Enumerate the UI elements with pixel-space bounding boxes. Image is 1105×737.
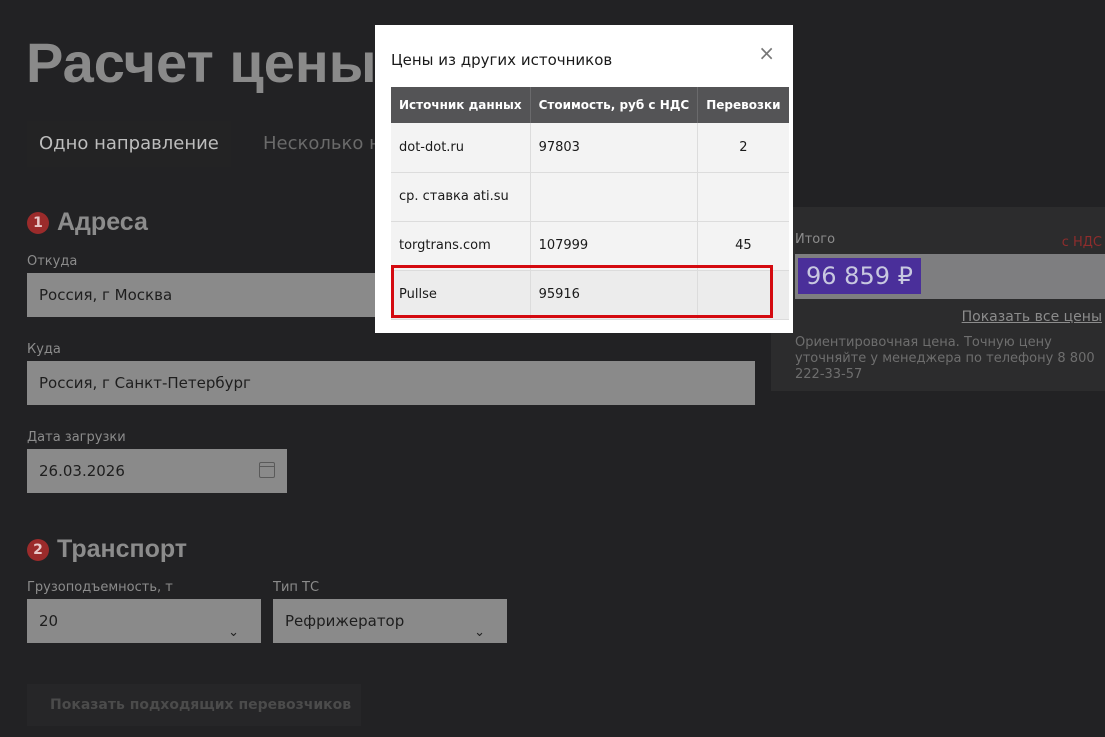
date-input[interactable]: 26.03.2026 <box>27 449 287 493</box>
cell-count <box>697 172 789 222</box>
table-row: dot-dot.ru 97803 2 <box>391 123 789 173</box>
column-header-cost: Стоимость, руб с НДС <box>530 87 699 123</box>
date-label: Дата загрузки <box>27 430 126 445</box>
price-note: Ориентировочная цена. Точную цену уточня… <box>795 335 1095 382</box>
cell-source: torgtrans.com <box>391 221 531 271</box>
total-price-box: 96 859 ₽ <box>795 254 1105 299</box>
other-sources-modal: Цены из других источников × Источник дан… <box>375 25 793 333</box>
show-carriers-button[interactable]: Показать подходящих перевозчиков <box>27 684 361 726</box>
cell-cost <box>530 172 699 222</box>
table-header-row: Источник данных Стоимость, руб с НДС Пер… <box>391 87 789 123</box>
cell-cost: 95916 <box>530 270 699 320</box>
show-all-prices-link[interactable]: Показать все цены <box>962 309 1102 325</box>
total-label: Итого <box>795 232 836 247</box>
step-number-badge: 1 <box>27 211 49 234</box>
prices-table: Источник данных Стоимость, руб с НДС Пер… <box>391 87 789 320</box>
section-title: Адреса <box>57 208 148 236</box>
table-row: torgtrans.com 107999 45 <box>391 221 789 271</box>
vehicle-type-select[interactable]: Рефрижератор ⌄ <box>273 599 507 643</box>
cell-source: dot-dot.ru <box>391 123 531 173</box>
cell-cost: 107999 <box>530 221 699 271</box>
close-icon[interactable]: × <box>758 41 775 65</box>
column-header-count: Перевозки <box>697 87 789 123</box>
chevron-down-icon: ⌄ <box>474 625 485 640</box>
date-value: 26.03.2026 <box>39 462 125 480</box>
chevron-down-icon: ⌄ <box>228 625 239 640</box>
to-label: Куда <box>27 342 61 357</box>
total-panel: Итого с НДС 96 859 ₽ Показать все цены О… <box>771 207 1105 391</box>
from-label: Откуда <box>27 254 78 269</box>
capacity-label: Грузоподъемность, т <box>27 580 173 595</box>
column-header-source: Источник данных <box>391 87 531 123</box>
cell-source: ср. ставка ati.su <box>391 172 531 222</box>
table-row: ср. ставка ati.su <box>391 172 789 222</box>
total-price-value: 96 859 ₽ <box>798 258 921 294</box>
section-title: Транспорт <box>57 535 188 563</box>
tab-single-direction[interactable]: Одно направление <box>27 121 231 167</box>
cell-count <box>697 270 789 320</box>
vat-label: с НДС <box>1061 235 1102 250</box>
cell-count: 45 <box>697 221 789 271</box>
section-addresses: 1 Адреса <box>27 208 148 237</box>
vehicle-type-value: Рефрижератор <box>285 612 405 630</box>
cell-count: 2 <box>697 123 789 173</box>
to-input[interactable]: Россия, г Санкт-Петербург <box>27 361 755 405</box>
cell-source: Pullse <box>391 270 531 320</box>
vehicle-type-label: Тип ТС <box>273 580 320 595</box>
modal-title: Цены из других источников <box>391 51 613 69</box>
capacity-select[interactable]: 20 ⌄ <box>27 599 261 643</box>
capacity-value: 20 <box>39 612 59 630</box>
step-number-badge: 2 <box>27 538 49 561</box>
cell-cost: 97803 <box>530 123 699 173</box>
calendar-icon[interactable] <box>259 462 275 478</box>
table-row-highlighted: Pullse 95916 <box>391 270 789 320</box>
section-transport: 2 Транспорт <box>27 535 187 564</box>
